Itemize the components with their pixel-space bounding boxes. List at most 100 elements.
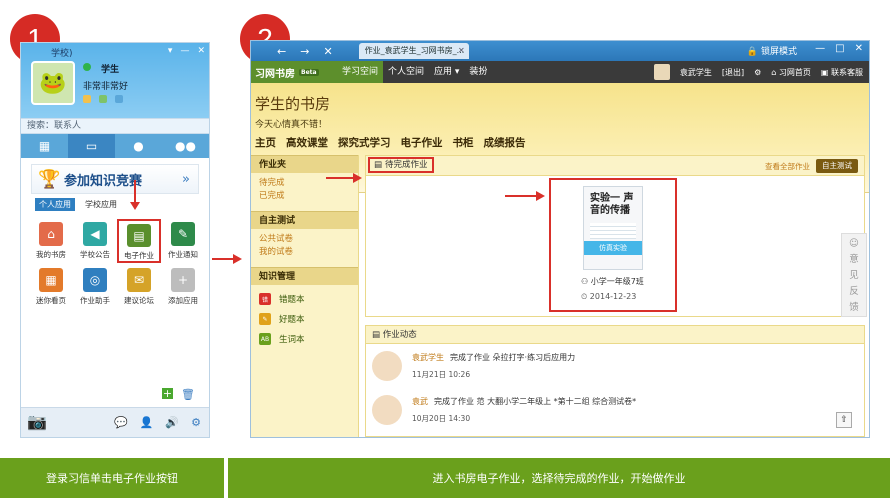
app-label: 电子作业 [124, 251, 154, 260]
badge-icon[interactable] [99, 95, 107, 103]
tab-contacts-icon[interactable]: ● [115, 134, 162, 158]
sidebar-selftest-title: 自主测试 [251, 211, 358, 229]
app-logo-icon[interactable]: 📷 [27, 412, 47, 431]
gear-icon[interactable]: ⚙ [191, 416, 201, 429]
caption-step1: 登录习信单击电子作业按钮 [0, 458, 224, 498]
avatar[interactable] [372, 395, 402, 425]
feedback-button[interactable]: ☺ 意 见 反 馈 [841, 233, 867, 317]
tab-apps-icon[interactable]: ▦ [21, 134, 68, 158]
activity-title: 作业动态 [382, 330, 417, 340]
chat-icon[interactable]: 💬 [114, 416, 128, 429]
close-icon[interactable]: ✕ [197, 46, 205, 56]
home-link[interactable]: ⌂ 习网首页 [771, 67, 811, 78]
good-questions-icon: ✎ [259, 313, 271, 325]
homework-card[interactable]: 实验一 声音的传播 仿真实验 ⚇ 小学一年级7班 ⏲ 2014-12-23 [549, 178, 677, 312]
menu-home[interactable]: 主页 [255, 135, 276, 150]
maximize-icon[interactable]: □ [835, 43, 844, 54]
nav-apps[interactable]: 应用 ▾ [429, 61, 464, 83]
arrow-to-pending [326, 177, 354, 179]
app-homework-notice[interactable]: ✎ 作业通知 [161, 219, 205, 263]
sidebar-my-papers[interactable]: 我的试卷 [251, 246, 358, 259]
app-label: 作业通知 [168, 250, 198, 259]
signature[interactable]: 非常非常好 [83, 79, 128, 92]
pending-homework-panel: ▤ 待完成作业 查看全部作业 自主测试 实验一 声音的传播 仿真实验 ⚇ 小学一… [365, 155, 865, 317]
calendar-icon: ▤ [374, 160, 383, 170]
add-app-icon[interactable]: + [162, 388, 174, 399]
minimize-icon[interactable]: — [815, 43, 825, 54]
user-avatar[interactable] [653, 64, 670, 80]
activity-user[interactable]: 袁武 [412, 397, 428, 406]
app-mini-page[interactable]: ▦ 迷你看页 [29, 265, 73, 309]
badge-icon[interactable] [83, 95, 91, 103]
user-name[interactable]: 袁武学生 [680, 67, 712, 78]
lock-mode-button[interactable]: 🔒 锁屏模式 [747, 44, 797, 57]
app-my-study[interactable]: ⌂ 我的书房 [29, 219, 73, 263]
forward-icon[interactable]: → [300, 45, 309, 58]
homework-title: 实验一 声音的传播 [590, 193, 634, 216]
selftest-button[interactable]: 自主测试 [816, 159, 858, 173]
messenger-window: 学校) ▾ — ✕ 🐸 学生 非常非常好 搜索：联系人 ▦ ▭ ● ●● 🏆 参… [20, 42, 210, 438]
pending-title-text: 待完成作业 [385, 160, 428, 170]
activity-text: 袁武学生 完成了作业 朵拉打字·练习后应用力 11月21日 10:26 [412, 352, 575, 380]
tool-label: 生词本 [279, 335, 305, 345]
speaker-icon[interactable]: 🔊 [165, 416, 179, 429]
menu-bookshelf[interactable]: 书柜 [453, 135, 474, 150]
menu-grade-report[interactable]: 成绩报告 [484, 135, 526, 150]
service-link[interactable]: ▣ 联系客服 [821, 67, 863, 78]
study-room-icon: ⌂ [39, 222, 63, 246]
tab-personal-apps[interactable]: 个人应用 [35, 198, 75, 211]
close-icon[interactable]: ✕ [855, 43, 863, 54]
gear-icon[interactable]: ⚙ [754, 68, 761, 77]
feedback-char: 馈 [849, 302, 859, 313]
site-logo[interactable]: 习网书房 Beta [251, 61, 337, 83]
search-input[interactable]: 搜索：联系人 [21, 118, 209, 134]
minimize-icon[interactable]: ▾ [168, 46, 173, 56]
tab-school-apps[interactable]: 学校应用 [81, 198, 121, 211]
restore-icon[interactable]: — [180, 46, 189, 56]
menu-inquiry-learning[interactable]: 探究式学习 [338, 135, 391, 150]
pending-title[interactable]: ▤ 待完成作业 [368, 157, 434, 173]
feedback-char: 见 [849, 270, 859, 281]
logout-link[interactable]: [退出] [722, 67, 744, 78]
menu-efficient-class[interactable]: 高效课堂 [286, 135, 328, 150]
tab-groups-icon[interactable]: ●● [162, 134, 209, 158]
sidebar-good-questions[interactable]: ✎ 好题本 [251, 309, 358, 329]
page-title: 学生的书房 [255, 95, 331, 113]
app-suggestion-forum[interactable]: ✉ 建议论坛 [117, 265, 161, 309]
app-school-notice[interactable]: ◀ 学校公告 [73, 219, 117, 263]
app-homework-helper[interactable]: ◎ 作业助手 [73, 265, 117, 309]
nav-dressup[interactable]: 装扮 [464, 61, 492, 83]
app-add[interactable]: + 添加应用 [161, 265, 205, 309]
tab-messages-icon[interactable]: ▭ [68, 134, 115, 158]
homework-icon: ▤ [127, 224, 151, 247]
sidebar-vocab-book[interactable]: AB 生词本 [251, 329, 358, 349]
nav-study-space[interactable]: 学习空间 [337, 61, 384, 83]
close-page-icon[interactable]: ✕ [323, 45, 332, 58]
activity-user[interactable]: 袁武学生 [412, 353, 444, 362]
feedback-char: 反 [849, 286, 859, 297]
menu-e-homework[interactable]: 电子作业 [401, 135, 443, 150]
banner-text: 参加知识竞赛 [64, 173, 143, 189]
back-to-top-button[interactable]: ⇧ [836, 412, 852, 428]
back-icon[interactable]: ← [277, 45, 286, 58]
contest-banner[interactable]: 🏆 参加知识竞赛 » [31, 164, 199, 194]
homework-cover[interactable]: 实验一 声音的传播 仿真实验 [583, 186, 643, 270]
tab-close-icon[interactable]: ✕ [458, 43, 465, 59]
motto[interactable]: 今天心情真不错！ [255, 117, 327, 130]
sidebar-mistake-book[interactable]: 错 错题本 [251, 289, 358, 309]
home-label: 习网首页 [778, 67, 811, 77]
badge-icon[interactable] [115, 95, 123, 103]
view-all-link[interactable]: 查看全部作业 [765, 161, 810, 172]
sidebar-completed[interactable]: 已完成 [251, 190, 358, 203]
online-status-icon[interactable] [83, 63, 91, 71]
browser-tab[interactable]: 作业_袁武学生_习网书房_... ✕ [358, 43, 469, 59]
avatar[interactable] [372, 351, 402, 381]
trash-icon[interactable]: 🗑 [181, 388, 195, 401]
add-contact-icon[interactable]: 👤 [140, 416, 154, 429]
sidebar-public-papers[interactable]: 公共试卷 [251, 233, 358, 246]
activity-header: ▤ 作业动态 [366, 326, 864, 344]
nav-personal-space[interactable]: 个人空间 [383, 61, 429, 83]
avatar[interactable]: 🐸 [31, 61, 75, 105]
browser-titlebar: ← → ✕ 作业_袁武学生_习网书房_... ✕ 🔒 锁屏模式 — □ ✕ [251, 41, 869, 61]
app-e-homework[interactable]: ▤ 电子作业 [117, 219, 161, 263]
